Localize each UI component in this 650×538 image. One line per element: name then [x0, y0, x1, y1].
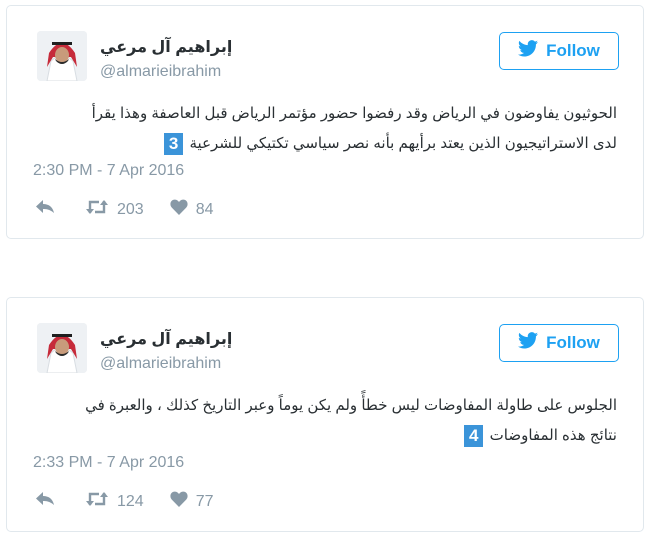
number-badge: 3	[163, 133, 184, 156]
like-count: 77	[195, 492, 214, 510]
reply-button[interactable]	[35, 199, 55, 220]
reply-icon	[35, 491, 55, 512]
like-button[interactable]: 84	[170, 199, 214, 220]
number-badge: 4	[464, 425, 484, 448]
username-handle[interactable]: @almarieibrahim	[100, 355, 221, 373]
tweet-text-line: لدى الاستراتيجيون الذين يعتد برأيهم بأنه…	[27, 129, 617, 159]
retweet-icon	[85, 198, 109, 221]
like-count: 84	[195, 200, 214, 218]
retweet-count: 124	[117, 492, 144, 510]
username-handle[interactable]: @almarieibrahim	[100, 63, 221, 81]
retweet-icon	[85, 490, 109, 513]
follow-label: Follow	[546, 333, 600, 352]
tweet-text-line: نتائج هذه المفاوضات 4	[27, 421, 617, 451]
display-name[interactable]: إبراهيم آل مرعي	[100, 329, 232, 349]
tweet-text-segment: لدى الاستراتيجيون الذين يعتد برأيهم بأنه…	[189, 135, 618, 152]
tweet-text-line: الجلوس على طاولة المفاوضات ليس خطأً ولم …	[85, 397, 617, 414]
tweet-text: الحوثيون يفاوضون في الرياض وقد رفضوا حضو…	[27, 99, 617, 159]
follow-label: Follow	[546, 41, 600, 60]
tweet-text-line: الحوثيون يفاوضون في الرياض وقد رفضوا حضو…	[91, 105, 617, 122]
tweet-card: إبراهيم آل مرعي @almarieibrahim Follow ا…	[6, 297, 644, 532]
retweet-button[interactable]: 124	[85, 490, 144, 513]
twitter-bird-icon	[518, 40, 539, 62]
follow-button[interactable]: Follow	[499, 324, 619, 362]
follow-button[interactable]: Follow	[499, 32, 619, 70]
retweet-count: 203	[117, 200, 144, 218]
like-button[interactable]: 77	[170, 491, 214, 512]
avatar[interactable]	[37, 323, 87, 373]
tweet-text-segment: نتائج هذه المفاوضات	[489, 427, 617, 444]
tweet-text: الجلوس على طاولة المفاوضات ليس خطأً ولم …	[27, 391, 617, 451]
display-name[interactable]: إبراهيم آل مرعي	[100, 37, 232, 57]
tweet-actions: 203 84	[35, 198, 214, 221]
tweet-actions: 124 77	[35, 490, 214, 513]
heart-icon	[170, 491, 188, 512]
tweet-card: إبراهيم آل مرعي @almarieibrahim Follow ا…	[6, 5, 644, 239]
reply-icon	[35, 199, 55, 220]
reply-button[interactable]	[35, 491, 55, 512]
heart-icon	[170, 199, 188, 220]
tweet-timestamp[interactable]: 2:33 PM - 7 Apr 2016	[33, 454, 184, 472]
twitter-bird-icon	[518, 332, 539, 354]
avatar[interactable]	[37, 31, 87, 81]
retweet-button[interactable]: 203	[85, 198, 144, 221]
tweet-timestamp[interactable]: 2:30 PM - 7 Apr 2016	[33, 162, 184, 180]
